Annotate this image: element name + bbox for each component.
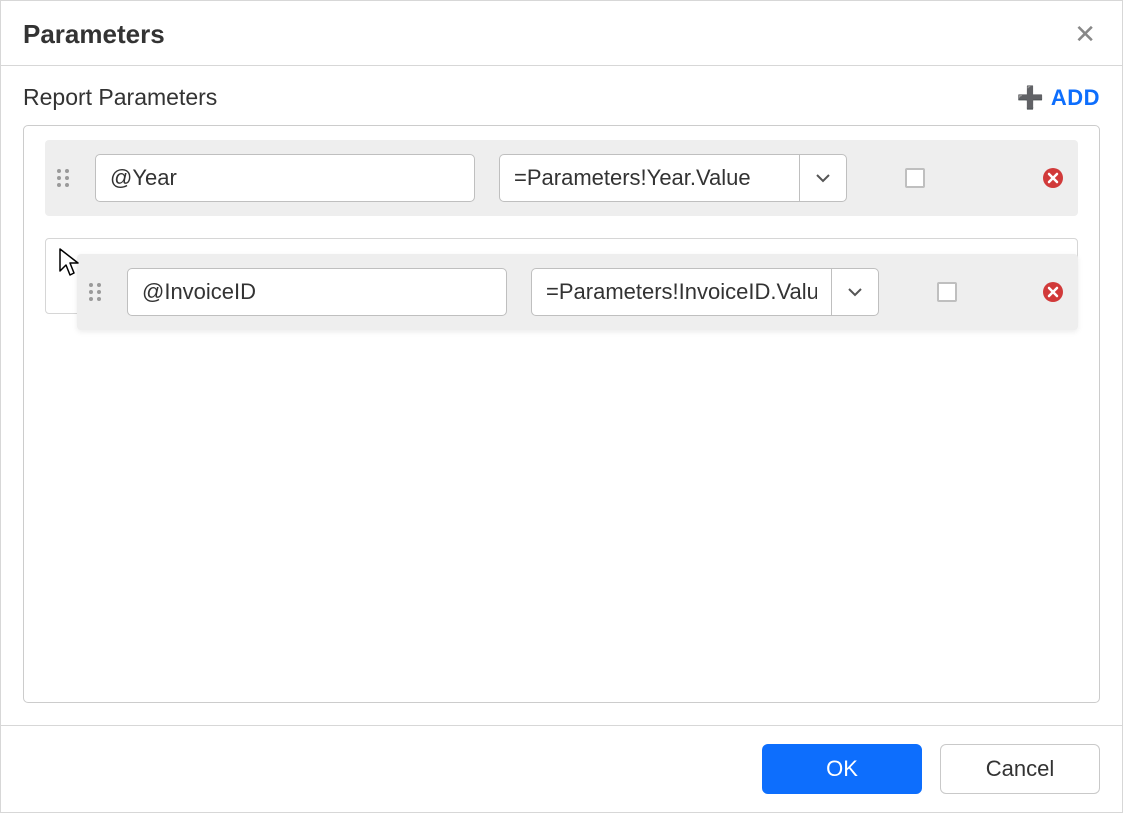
value-dropdown-button[interactable]	[799, 154, 847, 202]
parameter-checkbox[interactable]	[937, 282, 957, 302]
delete-button[interactable]	[1042, 281, 1064, 303]
parameter-value-input[interactable]	[531, 268, 831, 316]
parameter-row	[45, 140, 1078, 216]
dialog-header: Parameters ✕	[1, 1, 1122, 66]
parameter-value-group	[531, 268, 879, 316]
parameter-checkbox[interactable]	[905, 168, 925, 188]
add-button-label: ADD	[1051, 85, 1100, 111]
parameters-list	[23, 125, 1100, 703]
section-title: Report Parameters	[23, 84, 217, 111]
plus-icon: ➕	[1017, 87, 1045, 109]
add-button[interactable]: ➕ ADD	[1017, 85, 1100, 111]
value-dropdown-button[interactable]	[831, 268, 879, 316]
drag-handle-icon[interactable]	[55, 166, 71, 190]
parameter-row	[77, 254, 1078, 330]
dialog-body: Report Parameters ➕ ADD	[1, 66, 1122, 725]
parameters-dialog: Parameters ✕ Report Parameters ➕ ADD	[0, 0, 1123, 813]
ok-button[interactable]: OK	[762, 744, 922, 794]
dialog-title: Parameters	[23, 19, 165, 50]
close-icon[interactable]: ✕	[1070, 17, 1100, 51]
parameter-name-input[interactable]	[127, 268, 507, 316]
section-header: Report Parameters ➕ ADD	[23, 84, 1100, 111]
drag-handle-icon[interactable]	[87, 280, 103, 304]
parameter-value-input[interactable]	[499, 154, 799, 202]
parameter-name-input[interactable]	[95, 154, 475, 202]
delete-button[interactable]	[1042, 167, 1064, 189]
cancel-button[interactable]: Cancel	[940, 744, 1100, 794]
parameter-value-group	[499, 154, 847, 202]
dialog-footer: OK Cancel	[1, 725, 1122, 812]
